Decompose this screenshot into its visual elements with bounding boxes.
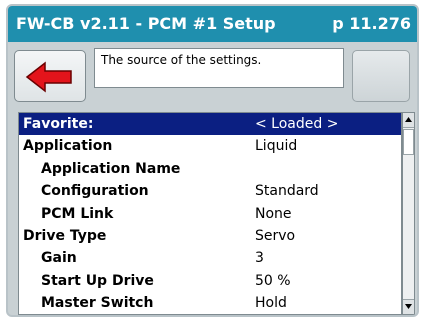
row-value: 3 (255, 250, 264, 267)
list-row-start-up-drive[interactable]: Start Up Drive 50 % (19, 270, 401, 292)
row-label: Start Up Drive (41, 272, 154, 289)
row-label: Application (23, 138, 113, 155)
list-row-favorite[interactable]: Favorite: < Loaded > (19, 113, 401, 136)
row-label: Drive Type (23, 227, 107, 244)
list-row-configuration[interactable]: Configuration Standard (19, 180, 401, 202)
list-row-application[interactable]: Application Liquid (19, 135, 401, 157)
row-label: Application Name (41, 160, 181, 177)
scroll-down-button[interactable] (403, 299, 414, 314)
chevron-down-icon (405, 304, 412, 309)
setup-window: FW-CB v2.11 - PCM #1 Setup p 11.276 The … (6, 4, 419, 317)
page-number: p 11.276 (332, 14, 411, 33)
row-value: Hold (255, 295, 287, 312)
row-value: None (255, 205, 292, 222)
row-value: Liquid (255, 138, 298, 155)
chevron-up-icon (405, 117, 412, 122)
row-value: Servo (255, 227, 296, 244)
settings-list: Favorite: < Loaded > Application Liquid … (18, 112, 402, 315)
list-row-drive-type[interactable]: Drive Type Servo (19, 225, 401, 247)
row-label: Gain (41, 250, 77, 267)
scroll-up-button[interactable] (403, 113, 414, 128)
row-label: Configuration (41, 183, 149, 200)
list-row-master-switch[interactable]: Master Switch Hold (19, 292, 401, 314)
list-row-application-name[interactable]: Application Name (19, 158, 401, 180)
row-value: Standard (255, 183, 319, 200)
help-text-box: The source of the settings. (94, 48, 344, 88)
row-value: 50 % (255, 272, 291, 289)
row-label: PCM Link (41, 205, 114, 222)
row-value: < Loaded > (255, 116, 339, 132)
left-arrow-icon (25, 61, 72, 93)
window-title: FW-CB v2.11 - PCM #1 Setup (16, 14, 276, 33)
list-row-pcm-link[interactable]: PCM Link None (19, 203, 401, 225)
back-button[interactable] (14, 50, 86, 102)
list-row-gain[interactable]: Gain 3 (19, 247, 401, 269)
scrollbar-thumb[interactable] (403, 129, 414, 155)
help-text: The source of the settings. (101, 53, 262, 67)
title-bar: FW-CB v2.11 - PCM #1 Setup p 11.276 (8, 6, 417, 42)
toolbar: The source of the settings. (8, 42, 417, 108)
row-label: Favorite: (23, 116, 94, 132)
list-scrollbar[interactable] (402, 112, 415, 315)
blank-button[interactable] (352, 50, 410, 102)
row-label: Master Switch (41, 295, 154, 312)
